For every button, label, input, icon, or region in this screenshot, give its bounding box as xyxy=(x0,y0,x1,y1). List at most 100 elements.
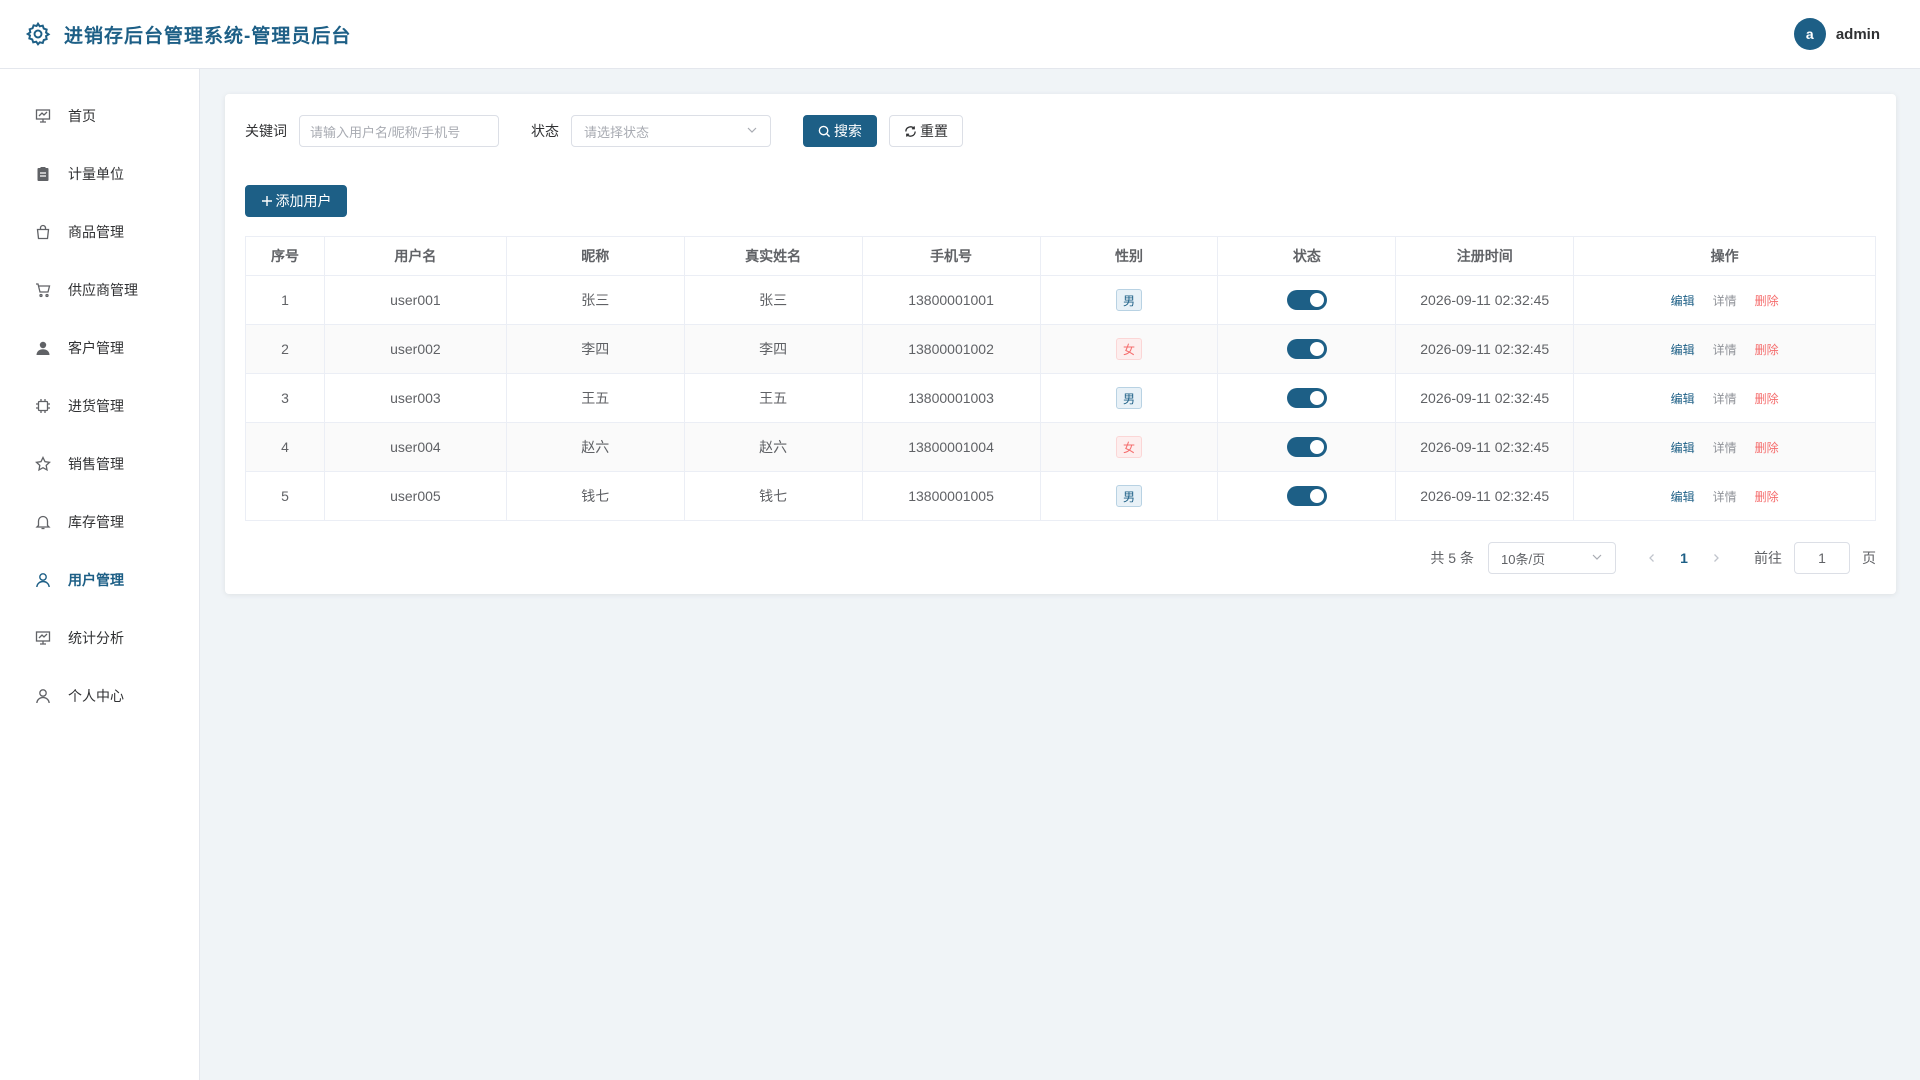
status-toggle[interactable] xyxy=(1286,486,1327,506)
sidebar-item-statistics[interactable]: 统计分析 xyxy=(0,609,199,667)
goto-page-input[interactable]: 1 xyxy=(1794,542,1850,574)
detail-button[interactable]: 详情 xyxy=(1713,439,1737,456)
status-select[interactable]: 请选择状态 xyxy=(571,115,771,147)
sidebar-item-products[interactable]: 商品管理 xyxy=(0,203,199,261)
detail-button[interactable]: 详情 xyxy=(1713,488,1737,505)
cell-nickname: 李四 xyxy=(506,325,685,374)
cell-username: user005 xyxy=(324,472,507,521)
sidebar-item-suppliers[interactable]: 供应商管理 xyxy=(0,261,199,319)
brand: 进销存后台管理系统-管理员后台 xyxy=(24,20,351,48)
status-label: 状态 xyxy=(531,123,559,139)
edit-button[interactable]: 编辑 xyxy=(1671,488,1695,505)
delete-button[interactable]: 删除 xyxy=(1755,390,1779,407)
search-button[interactable]: 搜索 xyxy=(803,115,877,147)
search-icon xyxy=(818,125,831,138)
page-number-current[interactable]: 1 xyxy=(1668,542,1700,574)
gender-tag: 女 xyxy=(1115,338,1142,360)
delete-button[interactable]: 删除 xyxy=(1755,488,1779,505)
column-header: 性别 xyxy=(1040,237,1219,276)
table-header-row: 序号 用户名 昵称 真实姓名 手机号 性别 状态 注册时间 操作 xyxy=(246,237,1876,276)
cell-actions: 编辑 详情 删除 xyxy=(1574,472,1876,521)
delete-button[interactable]: 删除 xyxy=(1755,341,1779,358)
sidebar: 首页 计量单位 商品管理 供应商管理 客户管理 进货管理 销售管理 库存管理 用… xyxy=(0,69,200,1080)
detail-button[interactable]: 详情 xyxy=(1713,390,1737,407)
status-toggle[interactable] xyxy=(1286,388,1327,408)
monitor-icon xyxy=(34,107,52,125)
star-icon xyxy=(34,455,52,473)
presentation-icon xyxy=(34,629,52,647)
cell-register-time: 2026-09-11 02:32:45 xyxy=(1396,325,1575,374)
search-button-label: 搜索 xyxy=(834,123,862,139)
cell-index: 5 xyxy=(246,472,325,521)
sidebar-item-label: 计量单位 xyxy=(68,166,124,182)
edit-button[interactable]: 编辑 xyxy=(1671,292,1695,309)
sidebar-item-profile[interactable]: 个人中心 xyxy=(0,667,199,725)
column-header: 序号 xyxy=(246,237,325,276)
cell-register-time: 2026-09-11 02:32:45 xyxy=(1396,423,1575,472)
next-page-button[interactable] xyxy=(1700,542,1732,574)
sidebar-item-label: 个人中心 xyxy=(68,688,124,704)
column-header: 昵称 xyxy=(506,237,685,276)
sidebar-item-home[interactable]: 首页 xyxy=(0,87,199,145)
cell-nickname: 钱七 xyxy=(506,472,685,521)
user-filled-icon xyxy=(34,339,52,357)
cell-actions: 编辑 详情 删除 xyxy=(1574,423,1876,472)
sidebar-item-units[interactable]: 计量单位 xyxy=(0,145,199,203)
cell-username: user004 xyxy=(324,423,507,472)
cell-username: user001 xyxy=(324,276,507,325)
status-toggle[interactable] xyxy=(1286,290,1327,310)
detail-button[interactable]: 详情 xyxy=(1713,341,1737,358)
column-header: 用户名 xyxy=(324,237,507,276)
user-management-panel: 关键词 请输入用户名/昵称/手机号 状态 请选择状态 搜索 重置 添加用户 序号… xyxy=(225,94,1896,594)
prev-page-button[interactable] xyxy=(1636,542,1668,574)
gender-tag: 男 xyxy=(1115,387,1142,409)
status-toggle[interactable] xyxy=(1286,339,1327,359)
cell-phone: 13800001001 xyxy=(862,276,1041,325)
column-header: 真实姓名 xyxy=(684,237,863,276)
status-toggle[interactable] xyxy=(1286,437,1327,457)
sidebar-item-purchase[interactable]: 进货管理 xyxy=(0,377,199,435)
edit-button[interactable]: 编辑 xyxy=(1671,341,1695,358)
app-title: 进销存后台管理系统-管理员后台 xyxy=(64,25,352,47)
delete-button[interactable]: 删除 xyxy=(1755,292,1779,309)
cell-realname: 赵六 xyxy=(684,423,863,472)
sidebar-item-sales[interactable]: 销售管理 xyxy=(0,435,199,493)
user-icon xyxy=(34,687,52,705)
edit-button[interactable]: 编辑 xyxy=(1671,390,1695,407)
clipboard-icon xyxy=(34,165,52,183)
cell-phone: 13800001004 xyxy=(862,423,1041,472)
cell-status xyxy=(1218,276,1397,325)
plus-icon xyxy=(261,195,273,207)
sidebar-item-inventory[interactable]: 库存管理 xyxy=(0,493,199,551)
add-user-button[interactable]: 添加用户 xyxy=(245,185,347,217)
toggle-knob xyxy=(1309,489,1324,503)
sidebar-item-label: 商品管理 xyxy=(68,224,124,240)
page-size-select[interactable]: 10条/页 xyxy=(1488,542,1616,574)
cell-register-time: 2026-09-11 02:32:45 xyxy=(1396,276,1575,325)
sidebar-item-users[interactable]: 用户管理 xyxy=(0,551,199,609)
refresh-icon xyxy=(904,125,917,138)
toggle-knob xyxy=(1309,342,1324,356)
sidebar-item-label: 供应商管理 xyxy=(68,282,138,298)
keyword-input[interactable]: 请输入用户名/昵称/手机号 xyxy=(299,115,499,147)
table-row: 3 user003 王五 王五 13800001003 男 2026-09-11… xyxy=(246,374,1876,423)
gear-icon xyxy=(24,20,52,48)
sidebar-item-customers[interactable]: 客户管理 xyxy=(0,319,199,377)
table-row: 5 user005 钱七 钱七 13800001005 男 2026-09-11… xyxy=(246,472,1876,521)
edit-button[interactable]: 编辑 xyxy=(1671,439,1695,456)
chevron-down-icon xyxy=(746,124,758,139)
avatar[interactable]: a xyxy=(1793,18,1826,50)
cell-actions: 编辑 详情 删除 xyxy=(1574,276,1876,325)
table-row: 4 user004 赵六 赵六 13800001004 女 2026-09-11… xyxy=(246,423,1876,472)
user-menu[interactable]: a admin xyxy=(1793,18,1880,50)
username[interactable]: admin xyxy=(1836,26,1880,43)
sidebar-item-label: 销售管理 xyxy=(68,456,124,472)
cell-register-time: 2026-09-11 02:32:45 xyxy=(1396,374,1575,423)
delete-button[interactable]: 删除 xyxy=(1755,439,1779,456)
cell-gender: 男 xyxy=(1040,276,1219,325)
cell-username: user003 xyxy=(324,374,507,423)
cell-index: 4 xyxy=(246,423,325,472)
reset-button[interactable]: 重置 xyxy=(889,115,963,147)
cell-status xyxy=(1218,325,1397,374)
detail-button[interactable]: 详情 xyxy=(1713,292,1737,309)
